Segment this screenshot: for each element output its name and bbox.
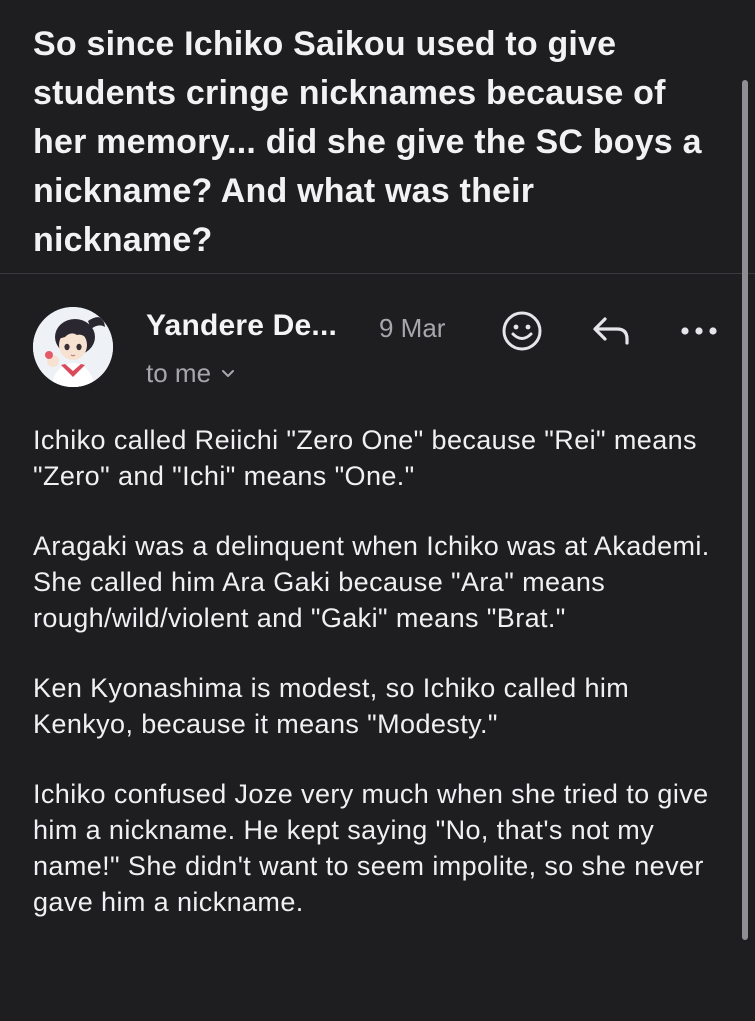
- emoji-reaction-button[interactable]: [497, 306, 547, 356]
- body-paragraph: Ken Kyonashima is modest, so Ichiko call…: [33, 673, 630, 739]
- header-divider: [0, 273, 755, 274]
- sender-name[interactable]: Yandere De...: [146, 309, 337, 343]
- body-paragraph: Aragaki was a delinquent when Ichiko was…: [33, 531, 710, 633]
- more-dots-icon: [681, 327, 717, 335]
- scrollbar[interactable]: [742, 80, 748, 940]
- email-subject: So since Ichiko Saikou used to give stud…: [33, 25, 702, 259]
- anime-avatar-icon: [33, 307, 113, 387]
- recipient-toggle[interactable]: to me: [146, 358, 235, 389]
- sender-avatar[interactable]: [33, 307, 113, 387]
- more-options-button[interactable]: [674, 306, 724, 356]
- reply-arrow-icon: [593, 317, 629, 345]
- chevron-down-icon: [222, 369, 235, 377]
- reply-button[interactable]: [586, 306, 636, 356]
- body-paragraph: Ichiko called Reiichi "Zero One" because…: [33, 425, 697, 491]
- recipient-label: to me: [146, 358, 212, 388]
- email-date: 9 Mar: [379, 313, 446, 343]
- body-paragraph: Ichiko confused Joze very much when she …: [33, 779, 709, 917]
- email-body: Ichiko called Reiichi "Zero One" because…: [33, 422, 723, 954]
- smiley-face-icon: [502, 311, 542, 351]
